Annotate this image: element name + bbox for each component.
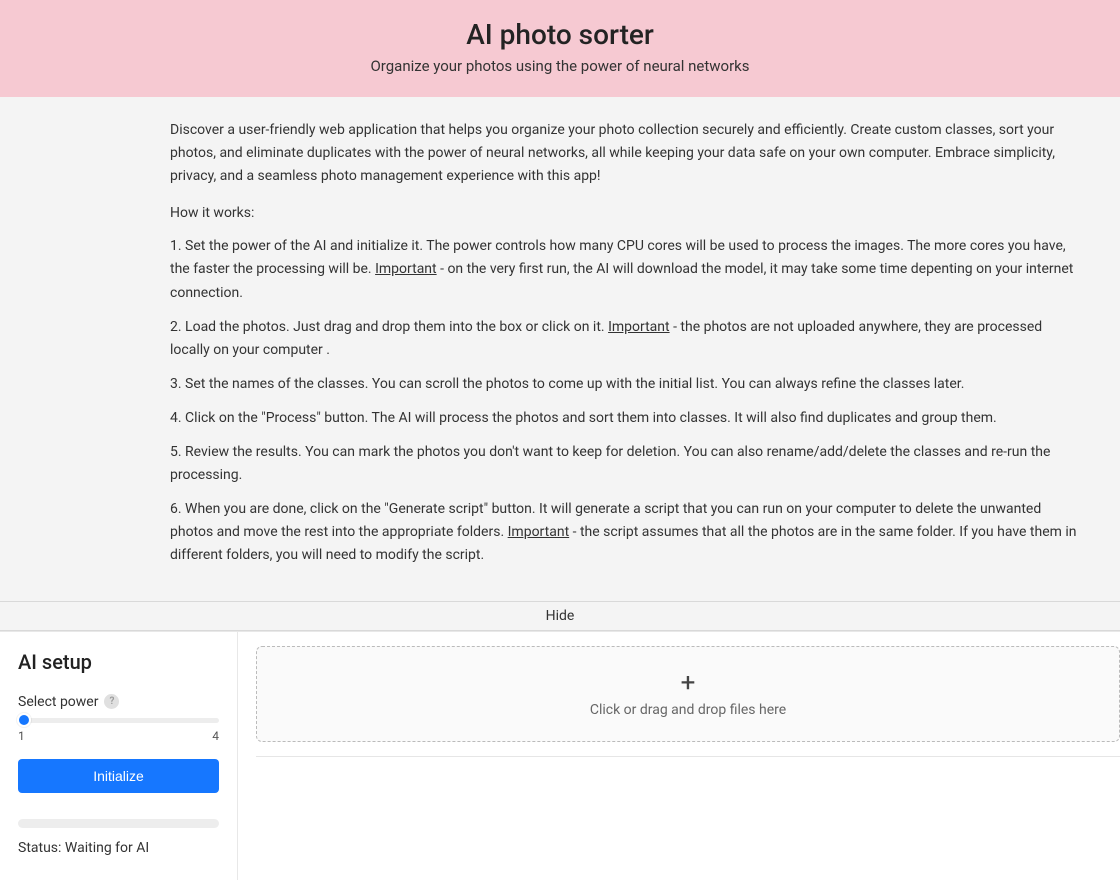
instruction-step: Review the results. You can mark the pho… xyxy=(170,441,1080,487)
step-text: Load the photos. Just drag and drop them… xyxy=(185,319,608,335)
file-dropzone[interactable]: + Click or drag and drop files here xyxy=(256,646,1120,742)
help-icon[interactable]: ? xyxy=(104,694,119,709)
slider-thumb[interactable] xyxy=(17,713,31,727)
app-title: AI photo sorter xyxy=(0,18,1120,51)
hide-intro-button[interactable]: Hide xyxy=(0,601,1120,631)
workspace: AI setup Select power ? 1 4 Initialize S… xyxy=(0,631,1120,880)
initialize-button[interactable]: Initialize xyxy=(18,759,219,793)
slider-min-label: 1 xyxy=(18,729,25,743)
how-it-works-title: How it works: xyxy=(170,202,1080,225)
important-word: Important xyxy=(375,261,437,277)
status-prefix: Status: xyxy=(18,840,65,856)
slider-ticks: 1 4 xyxy=(18,729,219,743)
important-word: Important xyxy=(508,524,570,540)
slider-max-label: 4 xyxy=(212,729,219,743)
power-slider[interactable] xyxy=(18,718,219,723)
divider xyxy=(256,756,1120,757)
status-value: Waiting for AI xyxy=(65,840,149,856)
instructions-list: Set the power of the AI and initialize i… xyxy=(170,235,1080,567)
instruction-step: Load the photos. Just drag and drop them… xyxy=(170,316,1080,362)
important-word: Important xyxy=(608,319,670,335)
slider-track xyxy=(18,718,219,723)
select-power-label: Select power xyxy=(18,694,98,710)
dropzone-hint: Click or drag and drop files here xyxy=(590,702,786,718)
instruction-step: Click on the "Process" button. The AI wi… xyxy=(170,407,1080,430)
instruction-step: Set the power of the AI and initialize i… xyxy=(170,235,1080,304)
intro-paragraph: Discover a user-friendly web application… xyxy=(170,119,1080,188)
select-power-label-row: Select power ? xyxy=(18,694,219,710)
intro-section: Discover a user-friendly web application… xyxy=(0,97,1120,601)
sidebar-title: AI setup xyxy=(18,650,219,674)
instruction-step: When you are done, click on the "Generat… xyxy=(170,498,1080,567)
app-subtitle: Organize your photos using the power of … xyxy=(0,57,1120,75)
status-line: Status: Waiting for AI xyxy=(18,840,219,856)
ai-setup-sidebar: AI setup Select power ? 1 4 Initialize S… xyxy=(0,632,238,880)
app-header: AI photo sorter Organize your photos usi… xyxy=(0,0,1120,97)
plus-icon: + xyxy=(681,670,696,696)
main-area: + Click or drag and drop files here xyxy=(238,632,1120,880)
progress-bar xyxy=(18,819,219,828)
instruction-step: Set the names of the classes. You can sc… xyxy=(170,373,1080,396)
